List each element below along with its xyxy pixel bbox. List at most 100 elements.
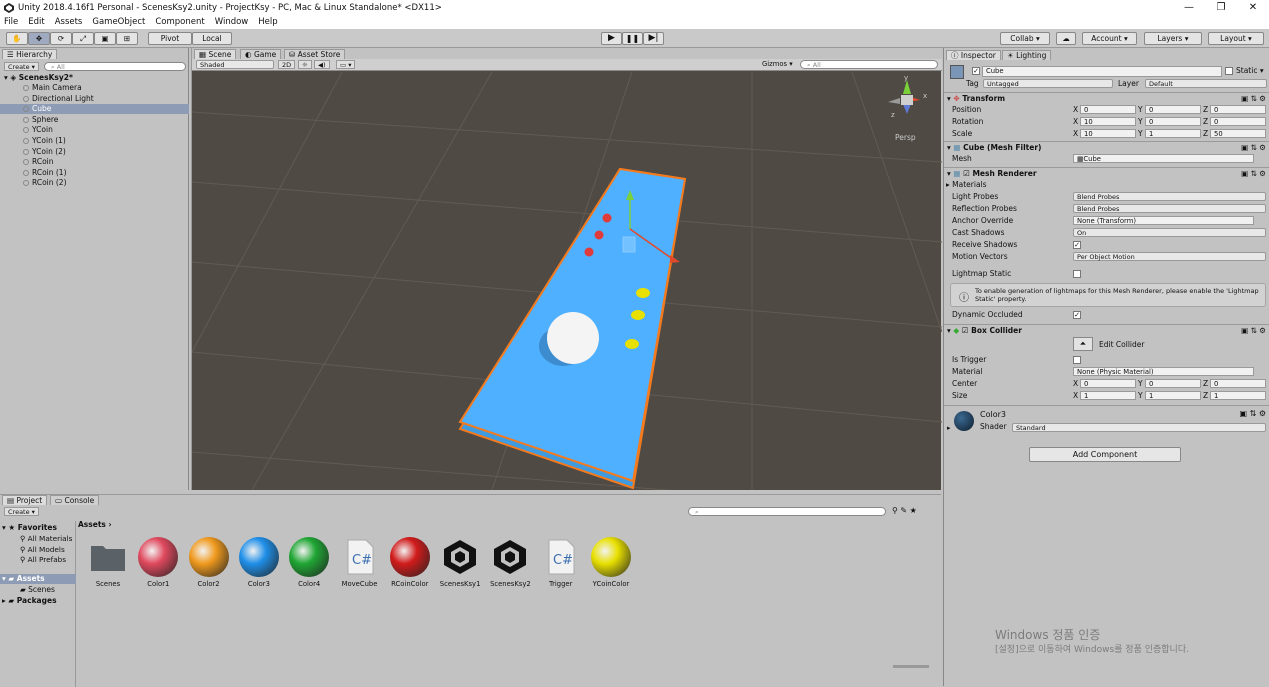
static-checkbox[interactable]: [1225, 67, 1233, 75]
ycoin-object[interactable]: [636, 288, 650, 298]
object-name-field[interactable]: Cube: [982, 66, 1222, 77]
is-trigger-checkbox[interactable]: [1073, 356, 1081, 364]
box-collider-header[interactable]: ▾ ◆ ☑ Box Collider ▣ ⇅ ⚙: [944, 324, 1269, 336]
menu-help[interactable]: Help: [258, 16, 277, 29]
transform-tool-icon[interactable]: ⊞: [116, 32, 138, 45]
play-button[interactable]: ▶: [601, 32, 622, 45]
menu-edit[interactable]: Edit: [28, 16, 44, 29]
tab-inspector[interactable]: ⓘ Inspector: [946, 50, 1001, 60]
cloud-icon[interactable]: ☁: [1056, 32, 1076, 45]
lighting-toggle-icon[interactable]: ☼: [298, 60, 312, 69]
mesh-renderer-row-value[interactable]: Blend Probes: [1073, 192, 1266, 201]
asset-item[interactable]: ScenesKsy2: [486, 537, 534, 588]
asset-item[interactable]: C# MoveCube: [336, 537, 384, 588]
mesh-renderer-row-value[interactable]: None (Transform): [1073, 216, 1254, 225]
collider-size-y-field[interactable]: 1: [1145, 391, 1201, 400]
add-component-button[interactable]: Add Component: [1029, 447, 1181, 462]
pause-button[interactable]: ❚❚: [622, 32, 643, 45]
transform-settings-icon[interactable]: ▣ ⇅ ⚙: [1241, 93, 1266, 105]
collider-center-z-field[interactable]: 0: [1210, 379, 1266, 388]
close-button[interactable]: ✕: [1237, 0, 1269, 16]
transform-scale-z-field[interactable]: 50: [1210, 129, 1266, 138]
menu-gameobject[interactable]: GameObject: [92, 16, 145, 29]
mesh-renderer-settings-icon[interactable]: ▣ ⇅ ⚙: [1241, 168, 1266, 180]
menu-assets[interactable]: Assets: [55, 16, 83, 29]
persp-label[interactable]: Persp: [895, 133, 916, 142]
transform-scale-y-field[interactable]: 1: [1145, 129, 1201, 138]
hierarchy-item[interactable]: Directional Light: [32, 94, 189, 104]
asset-item[interactable]: RCoinColor: [386, 537, 434, 588]
scene-search-input[interactable]: ⌕ All: [800, 60, 938, 69]
hierarchy-create-button[interactable]: Create ▾: [4, 62, 39, 71]
asset-item[interactable]: Color3: [235, 537, 283, 588]
favorite-item[interactable]: ⚲ All Prefabs: [20, 555, 66, 564]
layer-dropdown[interactable]: Default: [1145, 79, 1267, 88]
dynamic-occluded-checkbox[interactable]: ✓: [1073, 311, 1081, 319]
mesh-renderer-row-value[interactable]: On: [1073, 228, 1266, 237]
project-breadcrumb[interactable]: Assets ›: [78, 520, 112, 529]
collider-material-field[interactable]: None (Physic Material): [1073, 367, 1254, 376]
layers-dropdown[interactable]: Layers ▾: [1144, 32, 1202, 45]
shading-dropdown[interactable]: Shaded: [196, 60, 274, 69]
hierarchy-item[interactable]: Main Camera: [32, 83, 189, 93]
scene-viewport[interactable]: y x z Persp: [191, 71, 943, 513]
transform-rotation-y-field[interactable]: 0: [1145, 117, 1201, 126]
edit-collider-button[interactable]: ⏶: [1073, 337, 1093, 351]
hierarchy-item[interactable]: Sphere: [32, 115, 189, 125]
object-active-checkbox[interactable]: ✓: [972, 67, 980, 75]
mesh-renderer-header[interactable]: ▾ ▦ ☑ Mesh Renderer ▣ ⇅ ⚙: [944, 167, 1269, 179]
move-tool-icon[interactable]: ✥: [28, 32, 50, 45]
material-foldout-icon[interactable]: ▸: [947, 424, 951, 432]
menu-file[interactable]: File: [4, 16, 18, 29]
hierarchy-item[interactable]: YCoin (2): [32, 147, 189, 157]
scale-tool-icon[interactable]: ⤢: [72, 32, 94, 45]
layout-dropdown[interactable]: Layout ▾: [1208, 32, 1264, 45]
hierarchy-item[interactable]: RCoin: [32, 157, 189, 167]
tab-game[interactable]: ◐ Game: [240, 49, 282, 59]
transform-position-x-field[interactable]: 0: [1080, 105, 1136, 114]
box-collider-settings-icon[interactable]: ▣ ⇅ ⚙: [1241, 325, 1266, 337]
mesh-renderer-row-value[interactable]: Blend Probes: [1073, 204, 1266, 213]
ycoin-2-object[interactable]: [625, 339, 639, 349]
scene-canvas[interactable]: y x z Persp: [191, 71, 943, 513]
asset-item[interactable]: Scenes: [84, 537, 132, 588]
audio-toggle-icon[interactable]: ◀): [314, 60, 330, 69]
asset-item[interactable]: Color2: [185, 537, 233, 588]
asset-item[interactable]: Color4: [285, 537, 333, 588]
hierarchy-item[interactable]: YCoin: [32, 125, 189, 135]
tab-asset-store[interactable]: ⛁ Asset Store: [284, 49, 346, 59]
transform-rotation-x-field[interactable]: 10: [1080, 117, 1136, 126]
tag-dropdown[interactable]: Untagged: [983, 79, 1113, 88]
tab-scene[interactable]: ▦ Scene: [194, 49, 237, 59]
collider-center-x-field[interactable]: 0: [1080, 379, 1136, 388]
hierarchy-item[interactable]: RCoin (1): [32, 168, 189, 178]
project-create-button[interactable]: Create ▾: [4, 507, 39, 516]
favorite-item[interactable]: ⚲ All Materials: [20, 534, 72, 543]
effects-toggle-icon[interactable]: ▭ ▾: [336, 60, 356, 69]
assets-folder[interactable]: ▾ ▰ Assets: [0, 574, 76, 584]
mesh-field[interactable]: ▦Cube: [1073, 154, 1254, 163]
tab-lighting[interactable]: ☀ Lighting: [1002, 50, 1052, 60]
hand-tool-icon[interactable]: ✋: [6, 32, 28, 45]
project-search-input[interactable]: ⌕: [688, 507, 886, 516]
menu-window[interactable]: Window: [215, 16, 249, 29]
hierarchy-item[interactable]: YCoin (1): [32, 136, 189, 146]
favorite-item[interactable]: ⚲ All Models: [20, 545, 65, 554]
mesh-filter-header[interactable]: ▾ ▦ Cube (Mesh Filter) ▣ ⇅ ⚙: [944, 141, 1269, 153]
ycoin-1-object[interactable]: [631, 310, 645, 320]
account-dropdown[interactable]: Account ▾: [1082, 32, 1137, 45]
pivot-toggle[interactable]: Pivot: [148, 32, 192, 45]
favorites-folder[interactable]: ▾ ★ Favorites: [2, 523, 57, 532]
static-dropdown[interactable]: Static ▾: [1236, 66, 1264, 75]
tab-hierarchy[interactable]: ☰ Hierarchy: [2, 49, 58, 59]
lightmap-static-checkbox[interactable]: [1073, 270, 1081, 278]
scenes-folder[interactable]: ▰ Scenes: [20, 585, 55, 594]
tab-project[interactable]: ▤ Project: [2, 495, 48, 505]
asset-item[interactable]: YCoinColor: [587, 537, 635, 588]
mesh-filter-settings-icon[interactable]: ▣ ⇅ ⚙: [1241, 142, 1266, 154]
hierarchy-item[interactable]: RCoin (2): [32, 178, 189, 188]
minimize-button[interactable]: —: [1173, 0, 1205, 16]
local-toggle[interactable]: Local: [192, 32, 232, 45]
menu-component[interactable]: Component: [155, 16, 204, 29]
materials-foldout[interactable]: ▸ Materials: [946, 179, 987, 190]
